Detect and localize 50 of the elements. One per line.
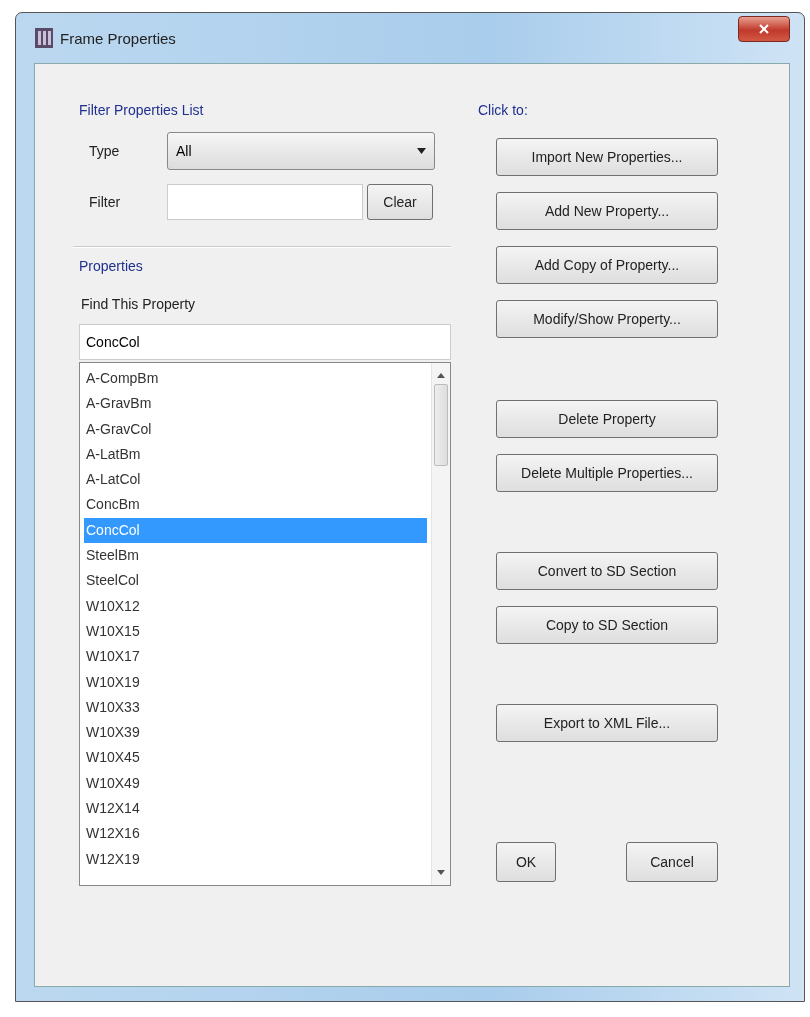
list-item[interactable]: W10X12 (84, 593, 427, 619)
list-item[interactable]: W10X49 (84, 770, 427, 797)
list-item[interactable]: ConcBm (84, 492, 427, 518)
action-button[interactable]: Import New Properties... (496, 138, 718, 176)
dropdown-value: All (176, 143, 193, 159)
close-button[interactable] (738, 16, 790, 42)
list-item[interactable]: SteelCol (84, 568, 427, 594)
list-item[interactable]: SteelBm (84, 543, 427, 569)
section-heading: Filter Properties List (79, 102, 205, 118)
list-item[interactable]: A-LatCol (84, 467, 427, 493)
scroll-up-icon (437, 373, 445, 378)
action-button[interactable]: Add Copy of Property... (496, 246, 718, 284)
action-button[interactable]: Copy to SD Section (496, 606, 718, 644)
close-icon (759, 24, 769, 34)
list-item[interactable]: W12X16 (84, 821, 427, 847)
list-item[interactable]: W12X19 (84, 846, 427, 872)
field-label: Filter (88, 194, 122, 210)
section-heading: Properties (79, 258, 144, 274)
list-item[interactable]: W10X15 (84, 618, 427, 645)
list-item[interactable]: W10X17 (84, 644, 427, 670)
filter-field[interactable] (167, 184, 363, 220)
clear-button[interactable]: Clear (367, 184, 433, 220)
list-item[interactable]: A-CompBm (84, 366, 427, 392)
action-button[interactable]: Modify/Show Property... (496, 300, 718, 338)
cancel-button[interactable]: Cancel (626, 842, 718, 882)
action-button[interactable]: Export to XML File... (496, 704, 718, 742)
list-item[interactable]: W10X33 (84, 694, 427, 721)
field-label: Type (88, 143, 121, 159)
window-title: Frame Properties (60, 29, 177, 47)
field-label: Find This Property (81, 296, 197, 312)
search-field[interactable]: ConcCol (79, 324, 451, 360)
section-heading: Click to: (478, 102, 529, 118)
action-button[interactable]: Convert to SD Section (496, 552, 718, 590)
dropdown-arrow-icon (417, 148, 426, 154)
scrollbar[interactable] (431, 363, 450, 885)
list-item[interactable]: W12X14 (84, 796, 427, 822)
action-button[interactable]: Delete Multiple Properties... (496, 454, 718, 492)
scroll-thumb[interactable] (434, 384, 448, 466)
list-item[interactable]: W10X39 (84, 720, 427, 746)
scroll-down-icon (437, 870, 445, 875)
ok-button[interactable]: OK (496, 842, 556, 882)
list-item[interactable]: A-GravBm (84, 391, 427, 417)
list-item[interactable]: W10X45 (84, 745, 427, 771)
action-button[interactable]: Delete Property (496, 400, 718, 438)
app-icon (34, 27, 54, 49)
type-dropdown[interactable]: All (167, 132, 435, 170)
action-button[interactable]: Add New Property... (496, 192, 718, 230)
list-item[interactable]: A-LatBm (84, 441, 427, 468)
list-item[interactable]: A-GravCol (84, 416, 427, 442)
list-item[interactable]: W10X19 (84, 669, 427, 695)
